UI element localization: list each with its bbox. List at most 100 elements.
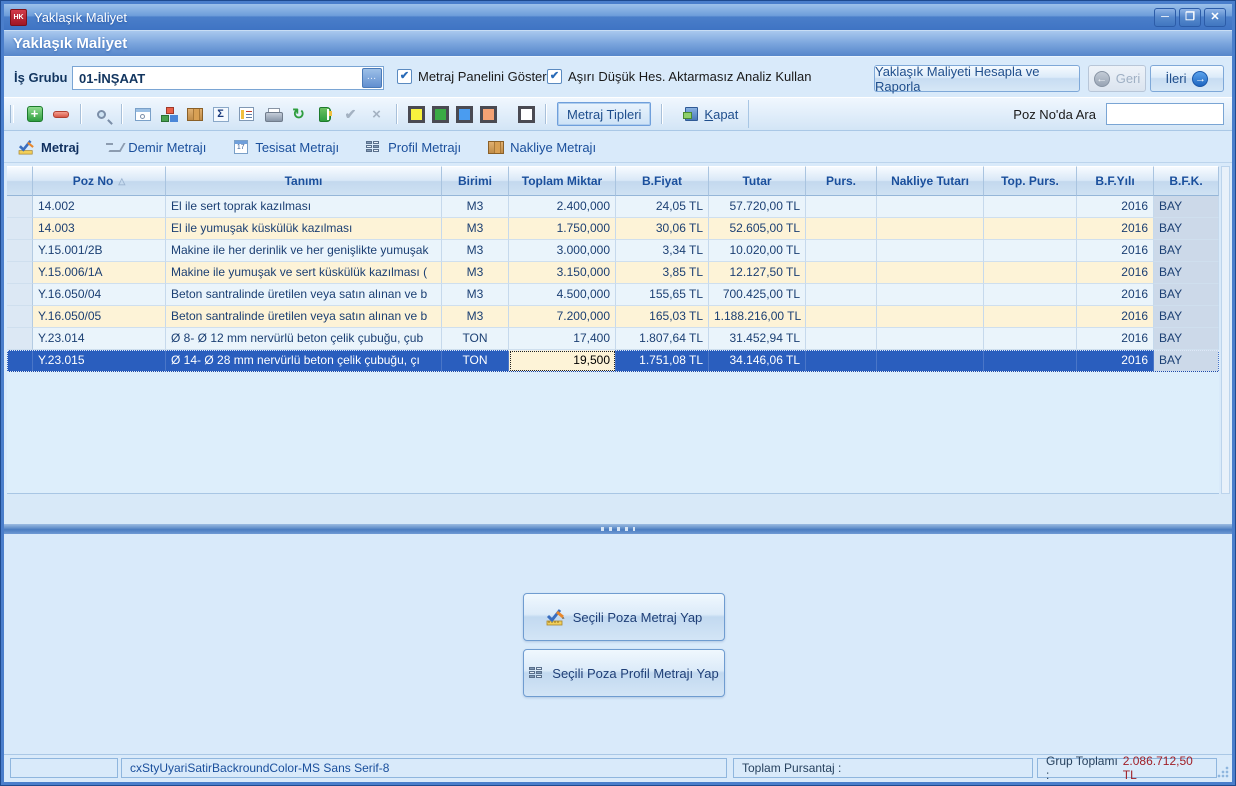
- add-row-button[interactable]: +: [25, 105, 44, 124]
- cell-bfyili[interactable]: 2016: [1077, 284, 1154, 306]
- cell-bfiyat[interactable]: 3,34 TL: [616, 240, 709, 262]
- column-header-nakliye-tutari[interactable]: Nakliye Tutarı: [877, 166, 984, 196]
- cell-top-purs[interactable]: [984, 240, 1077, 262]
- cell-nakliye-tutari[interactable]: [877, 240, 984, 262]
- report-button[interactable]: [237, 105, 256, 124]
- cell-bfyili[interactable]: 2016: [1077, 306, 1154, 328]
- table-row[interactable]: Y.23.015Ø 14- Ø 28 mm nervürlü beton çel…: [7, 350, 1219, 372]
- resize-grip-icon[interactable]: [1217, 765, 1230, 778]
- cell-tanimi[interactable]: Ø 8- Ø 12 mm nervürlü beton çelik çubuğu…: [166, 328, 442, 350]
- cell-bfyili[interactable]: 2016: [1077, 240, 1154, 262]
- column-header-tanimi[interactable]: Tanımı: [166, 166, 442, 196]
- cell-pozno[interactable]: 14.002: [33, 196, 166, 218]
- cell-bfk[interactable]: BAY: [1154, 262, 1219, 284]
- apply-button[interactable]: ✔: [341, 105, 360, 124]
- column-header-purs[interactable]: Purs.: [806, 166, 877, 196]
- cell-tutar[interactable]: 12.127,50 TL: [709, 262, 806, 284]
- cell-birimi[interactable]: M3: [442, 196, 509, 218]
- cell-bfyili[interactable]: 2016: [1077, 350, 1154, 372]
- print-button[interactable]: [263, 105, 282, 124]
- ellipsis-button[interactable]: …: [362, 68, 382, 88]
- cell-tutar[interactable]: 52.605,00 TL: [709, 218, 806, 240]
- cell-row-indicator[interactable]: [7, 350, 33, 372]
- cell-tanimi[interactable]: El ile sert toprak kazılması: [166, 196, 442, 218]
- table-row[interactable]: Y.15.006/1AMakine ile yumuşak ve sert kü…: [7, 262, 1219, 284]
- cell-toplam-miktar[interactable]: 3.150,000: [509, 262, 616, 284]
- cell-tanimi[interactable]: Beton santralinde üretilen veya satın al…: [166, 284, 442, 306]
- table-row[interactable]: 14.002El ile sert toprak kazılmasıM32.40…: [7, 196, 1219, 218]
- cell-top-purs[interactable]: [984, 306, 1077, 328]
- cell-toplam-miktar[interactable]: 7.200,000: [509, 306, 616, 328]
- column-header-bfyili[interactable]: B.F.Yılı: [1077, 166, 1154, 196]
- cell-bfiyat[interactable]: 1.807,64 TL: [616, 328, 709, 350]
- checkbox-metraj-paneli[interactable]: ✔ Metraj Panelini Göster: [397, 69, 547, 84]
- cell-toplam-miktar[interactable]: 2.400,000: [509, 196, 616, 218]
- vertical-scrollbar[interactable]: [1221, 166, 1230, 494]
- cell-tutar[interactable]: 31.452,94 TL: [709, 328, 806, 350]
- maximize-button[interactable]: ❐: [1179, 8, 1201, 27]
- refresh-button[interactable]: ↻: [289, 105, 308, 124]
- package-button[interactable]: [185, 105, 204, 124]
- cell-purs[interactable]: [806, 350, 877, 372]
- checkbox-asiri-dusuk[interactable]: ✔ Aşırı Düşük Hes. Aktarmasız Analiz Kul…: [547, 69, 811, 84]
- cell-tutar[interactable]: 1.188.216,00 TL: [709, 306, 806, 328]
- tab-tesisat-metraj-[interactable]: Tesisat Metrajı: [232, 139, 339, 155]
- horizontal-splitter[interactable]: [4, 524, 1232, 534]
- cell-bfk[interactable]: BAY: [1154, 218, 1219, 240]
- cell-bfiyat[interactable]: 24,05 TL: [616, 196, 709, 218]
- cell-row-indicator[interactable]: [7, 262, 33, 284]
- cell-bfiyat[interactable]: 155,65 TL: [616, 284, 709, 306]
- tab-nakliye-metraj-[interactable]: Nakliye Metrajı: [487, 139, 596, 155]
- cell-birimi[interactable]: M3: [442, 218, 509, 240]
- cell-pozno[interactable]: Y.23.015: [33, 350, 166, 372]
- kapat-button[interactable]: Kapat: [685, 107, 738, 122]
- cell-purs[interactable]: [806, 306, 877, 328]
- cell-tanimi[interactable]: Ø 14- Ø 28 mm nervürlü beton çelik çubuğ…: [166, 350, 442, 372]
- row-color-swatch[interactable]: [480, 106, 497, 123]
- cell-row-indicator[interactable]: [7, 328, 33, 350]
- cell-purs[interactable]: [806, 240, 877, 262]
- cell-row-indicator[interactable]: [7, 218, 33, 240]
- cell-pozno[interactable]: Y.16.050/05: [33, 306, 166, 328]
- geri-button[interactable]: ← Geri: [1088, 65, 1146, 92]
- checkbox-icon[interactable]: ✔: [547, 69, 562, 84]
- cell-top-purs[interactable]: [984, 218, 1077, 240]
- cell-tutar[interactable]: 34.146,06 TL: [709, 350, 806, 372]
- tab-demir-metraj-[interactable]: Demir Metrajı: [105, 139, 206, 155]
- cell-pozno[interactable]: 14.003: [33, 218, 166, 240]
- is-grubu-combobox[interactable]: 01-İNŞAAT …: [72, 66, 384, 90]
- cell-purs[interactable]: [806, 196, 877, 218]
- row-color-swatch[interactable]: [518, 106, 535, 123]
- cell-bfyili[interactable]: 2016: [1077, 218, 1154, 240]
- checkbox-icon[interactable]: ✔: [397, 69, 412, 84]
- cell-toplam-miktar[interactable]: 4.500,000: [509, 284, 616, 306]
- cell-tanimi[interactable]: El ile yumuşak küskülük kazılması: [166, 218, 442, 240]
- cell-birimi[interactable]: M3: [442, 262, 509, 284]
- cell-nakliye-tutari[interactable]: [877, 350, 984, 372]
- cell-bfk[interactable]: BAY: [1154, 350, 1219, 372]
- notebook-button[interactable]: [315, 105, 334, 124]
- preview-button[interactable]: [133, 105, 152, 124]
- cell-nakliye-tutari[interactable]: [877, 306, 984, 328]
- cell-top-purs[interactable]: [984, 328, 1077, 350]
- cell-toplam-miktar[interactable]: 19,500: [509, 350, 616, 372]
- clear-search-button[interactable]: [92, 105, 111, 124]
- cell-pozno[interactable]: Y.15.006/1A: [33, 262, 166, 284]
- ileri-button[interactable]: İleri →: [1150, 65, 1224, 92]
- cell-purs[interactable]: [806, 328, 877, 350]
- cell-bfyili[interactable]: 2016: [1077, 262, 1154, 284]
- table-row[interactable]: Y.16.050/05Beton santralinde üretilen ve…: [7, 306, 1219, 328]
- cell-birimi[interactable]: M3: [442, 240, 509, 262]
- row-color-swatch[interactable]: [432, 106, 449, 123]
- cell-top-purs[interactable]: [984, 196, 1077, 218]
- cell-row-indicator[interactable]: [7, 240, 33, 262]
- minimize-button[interactable]: ─: [1154, 8, 1176, 27]
- cell-top-purs[interactable]: [984, 284, 1077, 306]
- cell-nakliye-tutari[interactable]: [877, 262, 984, 284]
- cell-bfk[interactable]: BAY: [1154, 328, 1219, 350]
- cell-nakliye-tutari[interactable]: [877, 218, 984, 240]
- column-header-bfk[interactable]: B.F.K.: [1154, 166, 1219, 196]
- table-row[interactable]: Y.16.050/04Beton santralinde üretilen ve…: [7, 284, 1219, 306]
- cell-bfiyat[interactable]: 1.751,08 TL: [616, 350, 709, 372]
- cell-bfiyat[interactable]: 165,03 TL: [616, 306, 709, 328]
